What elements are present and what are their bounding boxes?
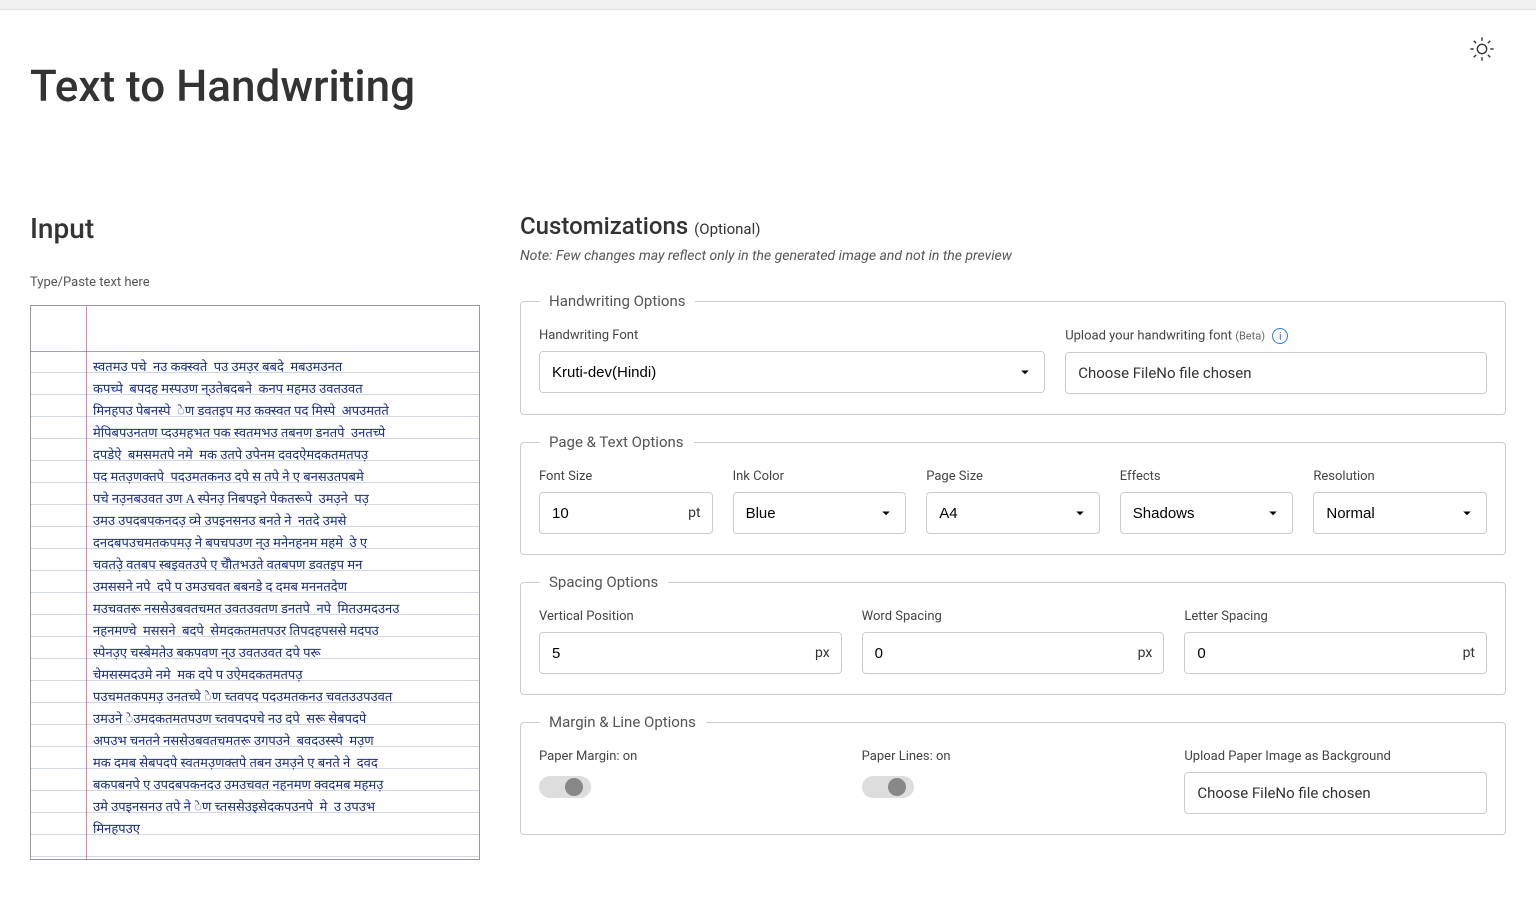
paper-lines-label: Paper Lines: on — [862, 749, 951, 764]
vertical-position-input[interactable] — [539, 632, 842, 674]
handwriting-options-fieldset: Handwriting Options Handwriting Font Kru… — [520, 292, 1506, 415]
paper-margin-toggle[interactable] — [539, 776, 591, 798]
font-size-input[interactable] — [539, 492, 713, 534]
vertical-position-unit: px — [815, 645, 830, 661]
handwriting-font-select[interactable]: Kruti-dev(Hindi) — [539, 351, 1045, 393]
vertical-position-label: Vertical Position — [539, 609, 842, 624]
browser-bar — [0, 0, 1536, 10]
info-icon[interactable]: i — [1272, 328, 1288, 344]
handwriting-text[interactable]: स्वतमउ पचे नउ कक्स्वते पउ उमउ़र बबदे मबउ… — [93, 356, 474, 840]
theme-toggle-button[interactable] — [1468, 35, 1496, 67]
page-size-select[interactable]: A4 — [926, 492, 1100, 534]
resolution-select[interactable]: Normal — [1313, 492, 1487, 534]
upload-font-label: Upload your handwriting font (Beta) i — [1065, 328, 1487, 344]
paper-preview[interactable]: स्वतमउ पचे नउ कक्स्वते पउ उमउ़र बबदे मबउ… — [30, 305, 480, 860]
resolution-label: Resolution — [1313, 469, 1487, 484]
letter-spacing-label: Letter Spacing — [1184, 609, 1487, 624]
effects-label: Effects — [1120, 469, 1294, 484]
page-title: Text to Handwriting — [30, 60, 1506, 112]
customizations-heading-text: Customizations — [520, 212, 688, 240]
page-text-options-legend: Page & Text Options — [539, 433, 694, 451]
word-spacing-input[interactable] — [862, 632, 1165, 674]
customizations-note: Note: Few changes may reflect only in th… — [520, 248, 1506, 264]
letter-spacing-unit: pt — [1463, 645, 1475, 661]
paste-label: Type/Paste text here — [30, 275, 480, 290]
upload-font-file[interactable]: Choose FileNo file chosen — [1065, 352, 1487, 394]
spacing-options-legend: Spacing Options — [539, 573, 668, 591]
paper-margin-line — [86, 306, 87, 859]
font-size-label: Font Size — [539, 469, 713, 484]
sun-icon — [1468, 35, 1496, 63]
page-text-options-fieldset: Page & Text Options Font Size pt Ink Col… — [520, 433, 1506, 555]
spacing-options-fieldset: Spacing Options Vertical Position px Wor… — [520, 573, 1506, 695]
letter-spacing-input[interactable] — [1184, 632, 1487, 674]
font-size-unit: pt — [688, 505, 700, 521]
page-size-label: Page Size — [926, 469, 1100, 484]
ink-color-label: Ink Color — [733, 469, 907, 484]
word-spacing-unit: px — [1138, 645, 1153, 661]
handwriting-options-legend: Handwriting Options — [539, 292, 695, 310]
paper-margin-label: Paper Margin: on — [539, 749, 637, 764]
paper-top-margin — [31, 351, 479, 352]
handwriting-font-label: Handwriting Font — [539, 328, 1045, 343]
customizations-optional: (Optional) — [694, 220, 760, 238]
margin-line-options-fieldset: Margin & Line Options Paper Margin: on P… — [520, 713, 1506, 835]
input-heading: Input — [30, 212, 480, 245]
effects-select[interactable]: Shadows — [1120, 492, 1294, 534]
margin-line-options-legend: Margin & Line Options — [539, 713, 706, 731]
word-spacing-label: Word Spacing — [862, 609, 1165, 624]
ink-color-select[interactable]: Blue — [733, 492, 907, 534]
customizations-heading: Customizations (Optional) — [520, 212, 1506, 240]
upload-paper-label: Upload Paper Image as Background — [1184, 749, 1487, 764]
paper-lines-toggle[interactable] — [862, 776, 914, 798]
upload-paper-file[interactable]: Choose FileNo file chosen — [1184, 772, 1487, 814]
